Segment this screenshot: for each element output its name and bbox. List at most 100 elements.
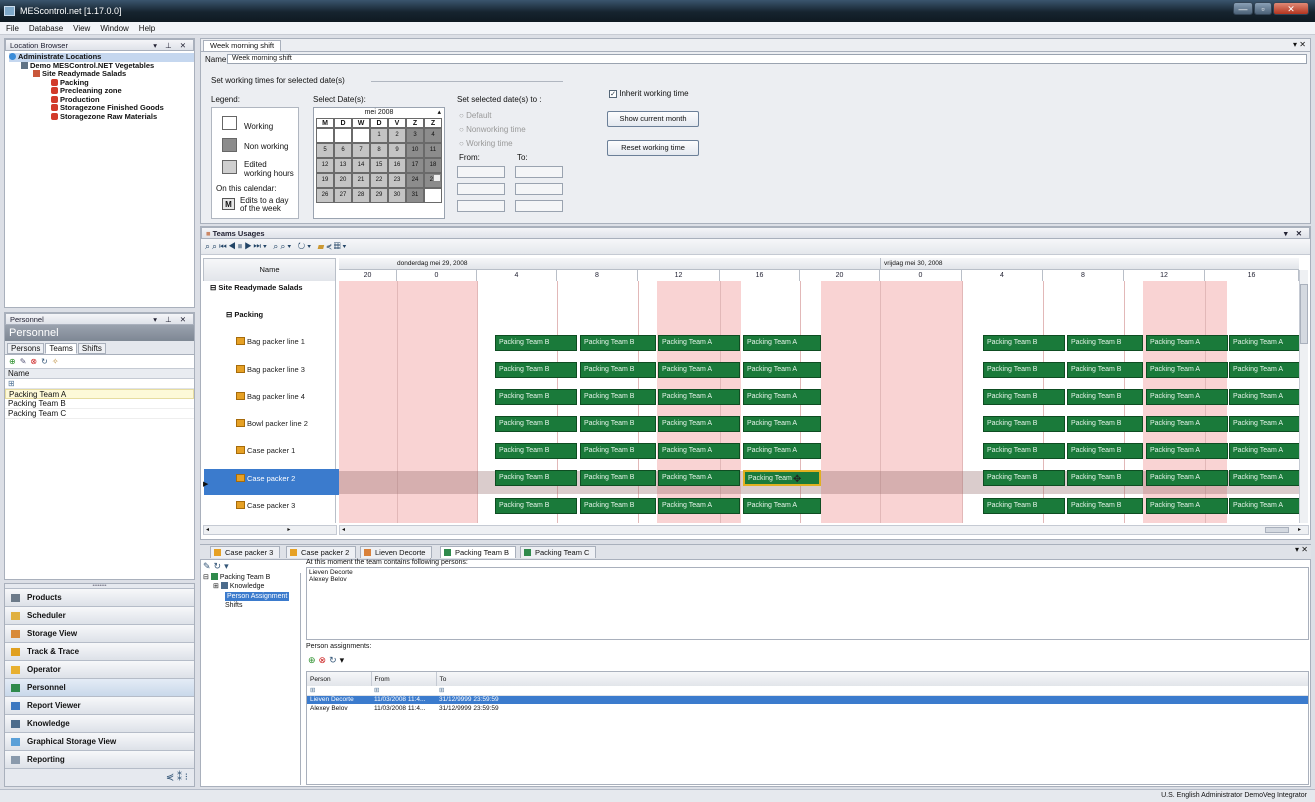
weekday-header[interactable]: V — [388, 118, 406, 128]
team-usage-bar[interactable]: Packing Team B — [983, 443, 1065, 459]
team-usage-bar[interactable]: Packing Team B — [580, 443, 656, 459]
calendar-day[interactable]: 31 — [406, 188, 424, 203]
option-nonworking[interactable]: ○ Nonworking time — [459, 125, 526, 134]
calendar-day[interactable]: 6 — [334, 143, 352, 158]
team-usage-bar[interactable]: Packing Team B — [580, 470, 656, 486]
team-usage-bar[interactable]: Packing Team A — [1146, 362, 1228, 378]
tab-week-morning-shift[interactable]: Week morning shift — [203, 40, 282, 51]
from-time-3[interactable] — [457, 200, 505, 212]
team-usage-bar[interactable]: Packing Team B — [1067, 498, 1143, 514]
group-packing[interactable]: ⊟ Packing — [226, 310, 263, 319]
filter-row-icon[interactable]: ⊞ — [307, 686, 371, 695]
team-usage-bar[interactable]: Packing Team A — [743, 498, 821, 514]
delete-icon[interactable]: ⊗ — [319, 655, 330, 665]
team-usage-bar[interactable]: Packing Team B — [580, 335, 656, 351]
option-default[interactable]: ○ Default — [459, 111, 491, 120]
table-row[interactable]: Alexey Belov 11/03/2008 11:4... 31/12/9999… — [307, 704, 1308, 713]
vscroll-thumb[interactable] — [1300, 284, 1308, 344]
first-icon[interactable]: ⏮ — [219, 241, 229, 251]
team-usage-bar[interactable]: Packing Team A — [658, 498, 740, 514]
weekday-header[interactable]: D — [334, 118, 352, 128]
team-usage-bar[interactable]: Packing Team B — [1067, 335, 1143, 351]
nav-scheduler[interactable]: Scheduler — [5, 606, 194, 624]
refresh-icon[interactable]: ↻ — [329, 655, 340, 665]
team-usage-bar[interactable]: Packing Team B — [983, 498, 1065, 514]
edit-icon[interactable]: ✎ — [203, 561, 214, 571]
nav-products[interactable]: Products — [5, 588, 194, 606]
calendar-day[interactable]: 15 — [370, 158, 388, 173]
weekday-header[interactable]: Z — [424, 118, 442, 128]
panel-close-icon[interactable]: ▾ ✕ — [1284, 228, 1305, 239]
calendar-day[interactable]: 12 — [316, 158, 334, 173]
nav-reporting[interactable]: Reporting — [5, 750, 194, 768]
list-item[interactable]: Packing Team C — [5, 409, 194, 419]
from-time-1[interactable] — [457, 166, 505, 178]
filter-icon[interactable]: ✧ — [52, 357, 59, 366]
calendar-day[interactable]: 23 — [388, 173, 406, 188]
hscroll-thumb[interactable] — [1265, 527, 1289, 533]
name-field[interactable]: Week morning shift — [227, 54, 1307, 64]
calendar-day[interactable]: 30 — [388, 188, 406, 203]
grid-icon[interactable]: ▦ — [334, 241, 343, 251]
team-usage-bar[interactable]: Packing Team A — [743, 443, 821, 459]
tab-case-packer-2[interactable]: Case packer 2 — [286, 546, 357, 558]
doc-close-icon[interactable]: ▾ ✕ — [1293, 40, 1306, 49]
team-usage-bar[interactable]: Packing Team A — [743, 362, 821, 378]
calendar-scroll-thumb[interactable] — [433, 174, 441, 182]
tab-shifts[interactable]: Shifts — [77, 343, 106, 354]
team-usage-bar[interactable]: Packing Team A — [1229, 335, 1301, 351]
calendar-day[interactable]: 27 — [334, 188, 352, 203]
group-site[interactable]: ⊟ Site Readymade Salads — [210, 283, 303, 292]
team-usage-bar[interactable]: Packing Team B — [580, 416, 656, 432]
nav-operator[interactable]: Operator — [5, 660, 194, 678]
calendar-day[interactable]: 14 — [352, 158, 370, 173]
team-usage-bar[interactable]: Packing Team A — [1146, 470, 1228, 486]
panel-pin-icon[interactable]: ▾ ⊥ ✕ — [153, 40, 189, 51]
team-usage-bar[interactable]: Packing Team A — [1229, 498, 1301, 514]
team-usage-bar[interactable]: Packing Team B — [580, 498, 656, 514]
gantt-vscrollbar[interactable] — [1299, 270, 1308, 523]
calendar-scroll-up-icon[interactable]: ▴ — [437, 108, 441, 116]
menu-database[interactable]: Database — [29, 22, 63, 34]
to-time-1[interactable] — [515, 166, 563, 178]
weekday-header[interactable]: W — [352, 118, 370, 128]
team-usage-bar[interactable]: Packing Team A — [658, 362, 740, 378]
team-usage-bar[interactable]: Packing Team A — [1229, 470, 1301, 486]
tab-packing-team-c[interactable]: Packing Team C — [520, 546, 597, 558]
calendar-day[interactable]: 26 — [316, 188, 334, 203]
refresh-icon[interactable]: ↻ — [214, 561, 225, 571]
column-name[interactable]: Name — [5, 368, 194, 379]
tree-item-shifts[interactable]: Shifts — [201, 601, 300, 610]
team-usage-bar[interactable]: Packing Team A — [658, 416, 740, 432]
calendar-day[interactable]: 22 — [370, 173, 388, 188]
team-usage-bar[interactable]: Packing Team A — [658, 335, 740, 351]
menu-window[interactable]: Window — [100, 22, 128, 34]
calendar-day[interactable] — [424, 188, 442, 203]
nav-personnel[interactable]: Personnel — [5, 678, 194, 696]
calendar-day[interactable]: 16 — [388, 158, 406, 173]
calendar-day[interactable]: 19 — [316, 173, 334, 188]
team-usage-bar[interactable]: Packing Team A — [1229, 416, 1301, 432]
calendar-day[interactable]: 28 — [352, 188, 370, 203]
team-usage-bar[interactable]: Packing Team A — [1146, 335, 1228, 351]
calendar-day[interactable]: 10 — [406, 143, 424, 158]
calendar-day[interactable]: 2 — [388, 128, 406, 143]
calendar-day[interactable]: 20 — [334, 173, 352, 188]
team-usage-bar[interactable]: Packing Team B — [983, 362, 1065, 378]
team-usage-bar[interactable]: Packing Team B — [1067, 362, 1143, 378]
team-usage-bar[interactable]: Packing Team B — [495, 389, 577, 405]
team-usage-bar[interactable]: Packing Team A — [1146, 389, 1228, 405]
team-usage-bar[interactable]: Packing Team B — [495, 416, 577, 432]
tab-packing-team-b[interactable]: Packing Team B — [440, 546, 517, 558]
row-bag-packer-4[interactable]: Bag packer line 4 — [236, 392, 305, 401]
row-bag-packer-3[interactable]: Bag packer line 3 — [236, 365, 305, 374]
team-usage-bar[interactable]: Packing Team A — [1229, 443, 1301, 459]
team-usage-bar[interactable]: Packing Team B — [580, 389, 656, 405]
nav-graphical-storage[interactable]: Graphical Storage View — [5, 732, 194, 750]
nav-track-trace[interactable]: Track & Trace — [5, 642, 194, 660]
refresh-icon[interactable]: ↻ — [298, 241, 308, 251]
menu-help[interactable]: Help — [139, 22, 155, 34]
calendar-day[interactable]: 11 — [424, 143, 442, 158]
team-usage-bar[interactable]: Packing Team B — [495, 443, 577, 459]
team-usage-bar[interactable]: Packing Team B — [495, 335, 577, 351]
